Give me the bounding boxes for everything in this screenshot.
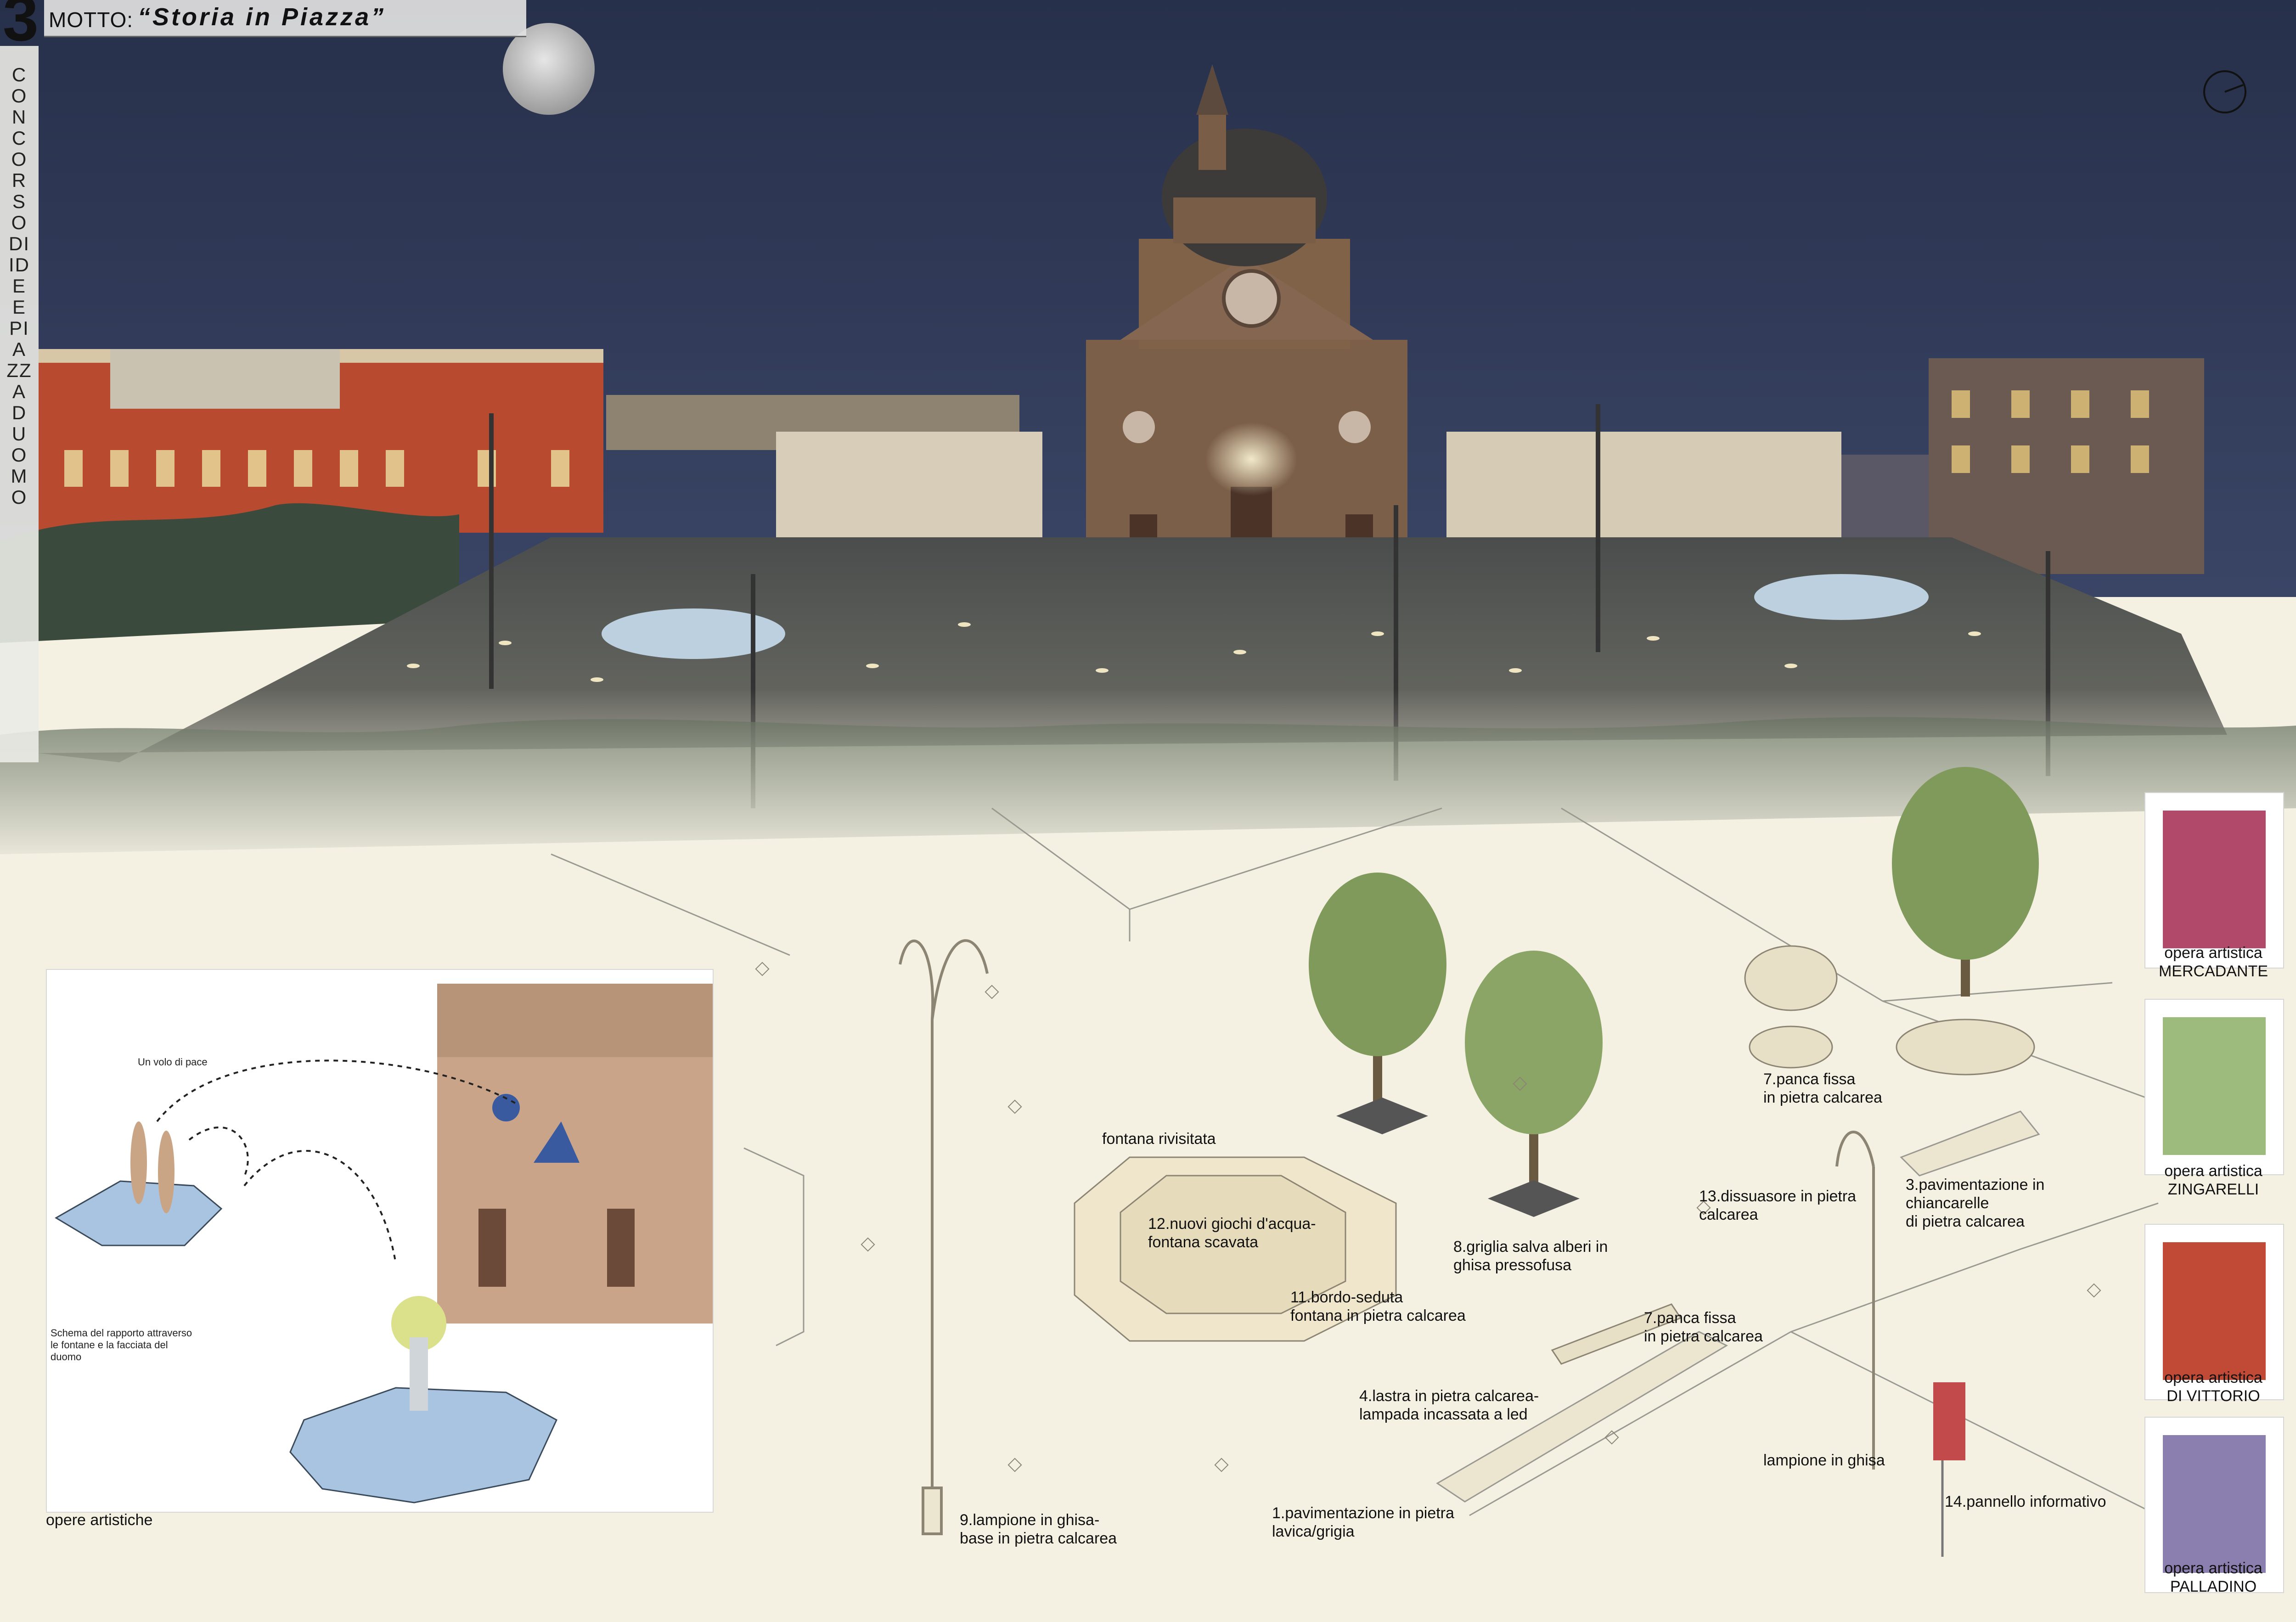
artwork-label-name: PALLADINO	[2170, 1578, 2257, 1595]
info-panel	[1933, 1382, 1965, 1557]
fountain-title: fontana rivisitata	[1102, 1130, 1216, 1148]
motto-title: “Storia in Piazza”	[138, 3, 386, 31]
callout-1: 1.pavimentazione in pietra lavica/grigia	[1272, 1504, 1454, 1540]
artwork-card[interactable]	[2144, 999, 2284, 1175]
artwork-book	[2163, 1017, 2266, 1155]
callout-3: 3.pavimentazione in chiancarelle di piet…	[1906, 1176, 2045, 1230]
artwork-label: opera artistica MERCADANTE	[2144, 944, 2282, 980]
inset-diagram	[46, 969, 714, 1513]
artwork-book	[2163, 811, 2266, 948]
inset-caption-bottom: Schema del rapporto attraverso le fontan…	[51, 1327, 192, 1363]
callout-7a: 7.panca fissa in pietra calcarea	[1763, 1070, 1882, 1106]
render-fountain-right	[1754, 574, 1929, 620]
artwork-label-type: opera artistica	[2164, 1369, 2262, 1386]
artwork-card[interactable]	[2144, 792, 2284, 969]
artwork-label-name: DI VITTORIO	[2167, 1387, 2260, 1405]
artwork-label: opera artistica PALLADINO	[2144, 1559, 2282, 1596]
callout-7b: 7.panca fissa in pietra calcarea	[1644, 1309, 1763, 1345]
inset-drawing	[55, 984, 713, 1504]
glass-pavilion-left	[776, 432, 1042, 542]
callout-11: 11.bordo-seduta fontana in pietra calcar…	[1290, 1289, 1466, 1324]
artwork-book	[2163, 1435, 2266, 1573]
competition-title: CONCORSO DI IDEE PIAZZA DUOMO	[6, 64, 32, 508]
artwork-label-type: opera artistica	[2164, 1162, 2262, 1180]
panel-number: 3	[3, 0, 39, 54]
artwork-label-type: opera artistica	[2164, 1560, 2262, 1577]
callout-14: 14.pannello informativo	[1945, 1493, 2106, 1510]
artwork-label-name: ZINGARELLI	[2167, 1181, 2259, 1198]
artwork-book	[2163, 1242, 2266, 1380]
callout-4: 4.lastra in pietra calcarea- lampada inc…	[1359, 1387, 1539, 1423]
artwork-label-name: MERCADANTE	[2158, 963, 2268, 980]
callout-lamp: lampione in ghisa	[1763, 1452, 1885, 1469]
artwork-label: opera artistica DI VITTORIO	[2144, 1369, 2282, 1405]
render-fountain-left	[602, 608, 785, 659]
presentation-board: 3 MOTTO: “Storia in Piazza” CONCORSO DI …	[0, 0, 2296, 1622]
motto-label: MOTTO:	[49, 8, 134, 32]
artwork-label: opera artistica ZINGARELLI	[2144, 1162, 2282, 1199]
artwork-label-type: opera artistica	[2164, 944, 2262, 962]
callout-8: 8.griglia salva alberi in ghisa pressofu…	[1453, 1238, 1608, 1274]
inset-label: opere artistiche	[46, 1511, 153, 1529]
callout-12: 12.nuovi giochi d'acqua- fontana scavata	[1148, 1215, 1316, 1251]
callout-13: 13.dissuasore in pietra calcarea	[1699, 1188, 1857, 1223]
callout-9: 9.lampione in ghisa- base in pietra calc…	[960, 1511, 1117, 1547]
inset-caption-top: Un volo di pace	[138, 1056, 208, 1068]
